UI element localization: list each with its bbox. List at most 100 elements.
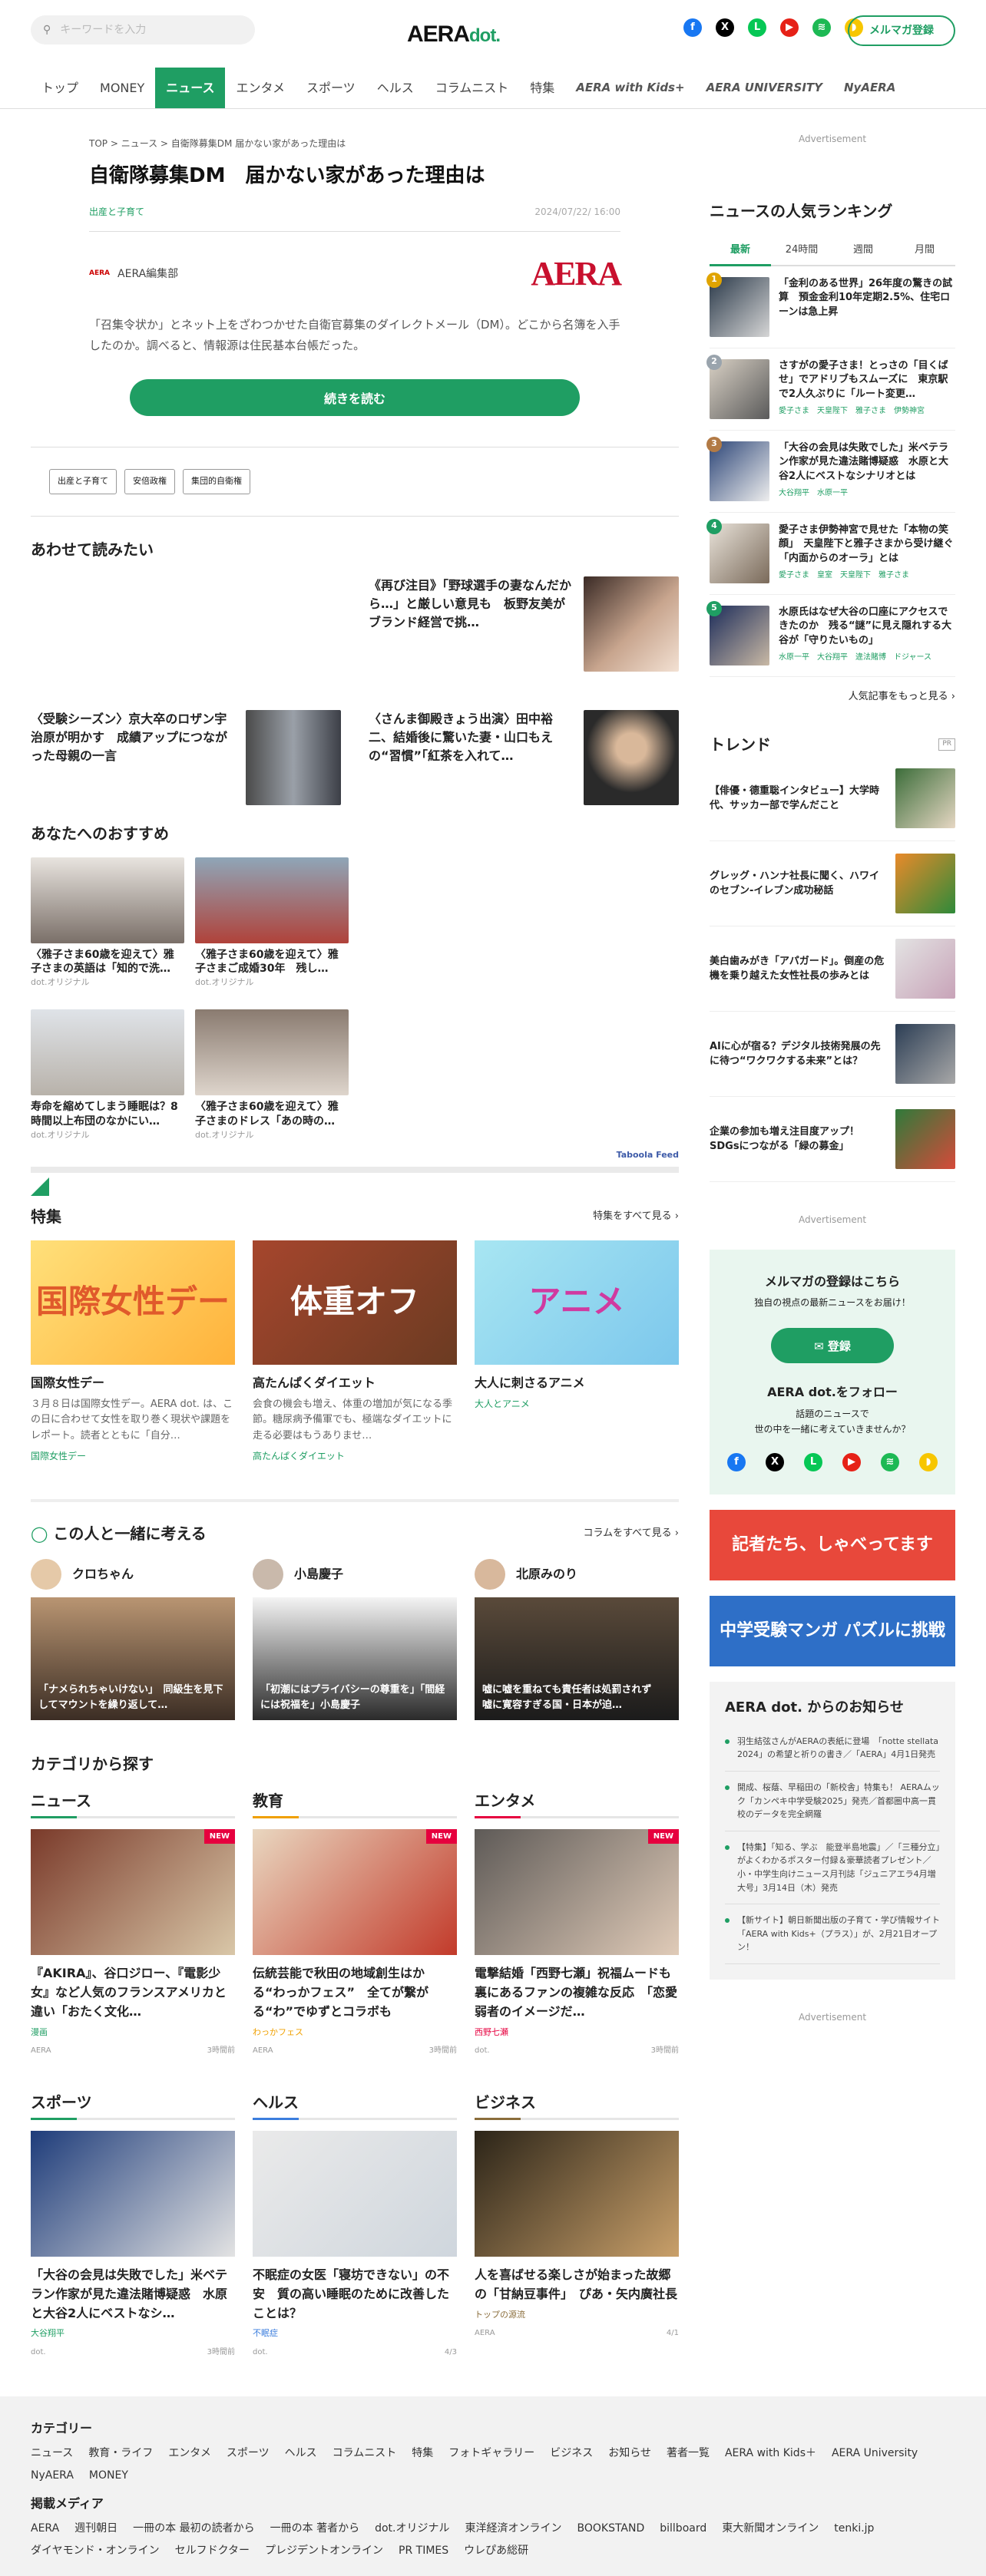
article-tag[interactable]: 集団的自衛権 [183,469,250,494]
category-article[interactable]: 人を喜ばせる楽しさが始まった故郷の「甘納豆事件」 ぴあ・矢内廣社長 [475,2131,679,2304]
x-icon[interactable]: X [716,18,734,37]
related-item[interactable]: 〈さんま御殿きょう出演〉田中裕二、結婚後に驚いた妻・山口もえの“習慣”「紅茶を入… [369,709,679,805]
footer-category-link[interactable]: AERA with Kids＋ [725,2446,816,2462]
footer-media-link[interactable]: ダイヤモンド・オンライン [31,2543,160,2559]
nav-item[interactable]: 特集 [519,68,565,108]
columns-all-link[interactable]: コラムをすべて見る › [583,1526,679,1541]
nav-item[interactable]: MONEY [89,68,155,108]
trend-item[interactable]: 企業の参加も増え注目度アップ！SDGsにつながる「緑の募金」 [710,1097,955,1182]
footer-media-link[interactable]: ウレぴあ総研 [464,2543,528,2559]
footer-category-link[interactable]: ビジネス [550,2446,593,2462]
site-logo[interactable]: AERAdot. [407,17,501,51]
search-input[interactable] [60,24,230,36]
category-article[interactable]: 「大谷の会見は失敗でした」米ベテラン作家が見た違法賭博疑惑 水原と大谷2人にベス… [31,2131,235,2323]
ranking-item[interactable]: 3 「大谷の会見は失敗でした」米ベテラン作家が見た違法賭博疑惑 水原と大谷2人にベ… [706,431,955,513]
footer-category-link[interactable]: NyAERA [31,2468,74,2484]
spotify-icon[interactable]: ≋ [881,1452,899,1471]
category-name[interactable]: スポーツ [31,2091,235,2121]
footer-media-link[interactable]: プレジデントオンライン [265,2543,383,2559]
article-category-link[interactable]: 出産と子育て [89,205,144,219]
search-box[interactable]: ⚲ [31,15,255,45]
feature-card[interactable]: 国際女性デー 国際女性デー ３月８日は国際女性デー。AERA dot. は、この日に… [31,1240,235,1465]
category-article-tag[interactable]: 大谷翔平 [31,2327,235,2340]
spotify-icon[interactable]: ≋ [812,18,831,37]
category-article-tag[interactable]: 西野七瀬 [475,2026,679,2039]
feature-tag[interactable]: 大人とアニメ [475,1397,679,1412]
footer-media-link[interactable]: tenki.jp [834,2521,874,2537]
category-article[interactable]: NEW 伝統芸能で秋田の地域創生はかる“わっかフェス” 全てが繋がる“わ”でゆずと… [253,1829,457,2021]
ranking-keywords[interactable]: 愛子さま 皇室 天皇陛下 雅子さま [779,570,955,581]
footer-category-link[interactable]: お知らせ [608,2446,651,2462]
line-icon[interactable]: L [804,1452,822,1471]
footer-category-link[interactable]: MONEY [89,2468,128,2484]
footer-category-link[interactable]: 著者一覧 [667,2446,710,2462]
read-more-button[interactable]: 続きを読む [130,379,580,416]
ranking-item[interactable]: 2 さすがの愛子さま！とっさの「目くばせ」でアドリブもスムーズに 東京駅で2人久ぶ… [706,348,955,431]
ranking-tab[interactable]: 週間 [832,236,894,265]
ranking-keywords[interactable]: 大谷翔平 水原一平 [779,487,955,499]
footer-media-link[interactable]: 一冊の本 最初の読者から [133,2521,254,2537]
ranking-tab[interactable]: 月間 [894,236,955,265]
feature-tag[interactable]: 高たんぱくダイエット [253,1449,457,1464]
person-column[interactable]: 北原みのり 嘘に嘘を重ねても責任者は処罰されず 嘘に寛容すぎる国・日本が迫… [475,1559,679,1721]
category-article-tag[interactable]: 漫画 [31,2026,235,2039]
footer-category-link[interactable]: AERA University [832,2446,918,2462]
nav-item[interactable]: NyAERA [833,68,906,108]
promo-banner[interactable]: 中学受験マンガ パズルに挑戦 [710,1595,955,1666]
nav-item[interactable]: トップ [31,68,89,108]
feature-card[interactable]: アニメ 大人に刺さるアニメ 大人とアニメ [475,1240,679,1465]
footer-media-link[interactable]: billboard [660,2521,706,2537]
category-article-tag[interactable]: トップの源流 [475,2309,679,2322]
recommend-item[interactable]: 〈雅子さま60歳を迎えて〉雅子さまのドレス「あの時の… dot.オリジナル [195,1009,349,1141]
footer-category-link[interactable]: ヘルス [285,2446,317,2462]
recommend-item[interactable]: 寿命を縮めてしまう睡眠は？8時間以上布団のなかにい… dot.オリジナル [31,1009,184,1141]
author-name[interactable]: AERA編集部 [117,266,178,282]
trend-item[interactable]: グレッグ・ハンナ社長に聞く、ハワイのセブン‐イレブン成功秘話 [710,841,955,926]
ranking-item[interactable]: 5 水原氏はなぜ大谷の口座にアクセスできたのか 残る“謎”に見え隠れする大谷が「守… [706,595,955,677]
footer-media-link[interactable]: PR TIMES [399,2543,448,2559]
taboola-feed-label[interactable]: Taboola Feed [31,1149,679,1162]
nav-item[interactable]: エンタメ [225,68,296,108]
footer-media-link[interactable]: セルフドクター [175,2543,250,2559]
footer-category-link[interactable]: スポーツ [227,2446,270,2462]
category-name[interactable]: ニュース [31,1789,235,1819]
recommend-item[interactable]: 〈雅子さま60歳を迎えて〉雅子さまの英語は「知的で洗… dot.オリジナル [31,857,184,989]
youtube-icon[interactable]: ▶ [842,1452,861,1471]
category-name[interactable]: ビジネス [475,2091,679,2121]
nav-item[interactable]: ニュース [155,68,226,108]
nav-item[interactable]: コラムニスト [425,68,520,108]
footer-category-link[interactable]: 教育・ライフ [88,2446,153,2462]
breadcrumb[interactable]: TOP > ニュース > 自衛隊募集DM 届かない家があった理由は [89,137,679,150]
article-tag[interactable]: 安倍政権 [124,469,175,494]
article-tag[interactable]: 出産と子育て [49,469,117,494]
nav-item[interactable]: ヘルス [366,68,425,108]
nav-item[interactable]: AERA UNIVERSITY [696,68,833,108]
rss-icon[interactable]: ◗ [919,1452,938,1471]
notice-item[interactable]: 羽生結弦さんがAERAの表紙に登場 「notte stellata 2024」の… [725,1726,940,1772]
recommend-item[interactable]: 〈雅子さま60歳を迎えて〉雅子さまご成婚30年 残し… dot.オリジナル [195,857,349,989]
footer-media-link[interactable]: BOOKSTAND [577,2521,644,2537]
footer-category-link[interactable]: フォトギャラリー [448,2446,534,2462]
notice-item[interactable]: 開成、桜蔭、早稲田の「新校舎」特集も！ AERAムック「カンペキ中学受験2025… [725,1772,940,1831]
ranking-keywords[interactable]: 愛子さま 天皇陛下 雅子さま 伊勢神宮 [779,405,955,417]
person-column[interactable]: 小島慶子 「初潮にはプライバシーの尊重を」「間経には祝福を」小島慶子 [253,1559,457,1721]
category-name[interactable]: 教育 [253,1789,457,1819]
footer-media-link[interactable]: 一冊の本 著者から [270,2521,359,2537]
mail-magazine-button[interactable]: メルマガ登録 [848,15,955,46]
youtube-icon[interactable]: ▶ [780,18,799,37]
footer-media-link[interactable]: dot.オリジナル [375,2521,449,2537]
related-item[interactable]: 《再び注目》「野球選手の妻なんだから…」と厳しい意見も 板野友美がブランド経営で… [369,576,679,672]
notice-item[interactable]: 【新サイト】朝日新聞出版の子育て・学び情報サイト「AERA with Kids+… [725,1904,940,1964]
trend-item[interactable]: AIに心が宿る？デジタル技術発展の先に待つ“ワクワクする未来”とは？ [710,1012,955,1097]
feature-card[interactable]: 体重オフ 高たんぱくダイエット 会食の機会も増え、体重の増加が気になる季節。糖尿病予… [253,1240,457,1465]
person-column[interactable]: クロちゃん 「ナメられちゃいけない」 同級生を見下してマウントを繰り返して… [31,1559,235,1721]
footer-media-link[interactable]: 週刊朝日 [74,2521,117,2537]
nav-item[interactable]: AERA with Kids+ [565,68,695,108]
category-name[interactable]: ヘルス [253,2091,457,2121]
footer-media-link[interactable]: 東洋経済オンライン [465,2521,561,2537]
ranking-tab[interactable]: 最新 [710,236,771,266]
features-all-link[interactable]: 特集をすべて見る › [593,1209,679,1224]
footer-category-link[interactable]: エンタメ [168,2446,211,2462]
notice-item[interactable]: 【特集】「知る、学ぶ 能登半島地震」／「三種分立」がよくわかるポスター付録＆豪華… [725,1831,940,1905]
trend-item[interactable]: 美白歯みがき「アパガード」。倒産の危機を乗り越えた女性社長の歩みとは [710,926,955,1012]
